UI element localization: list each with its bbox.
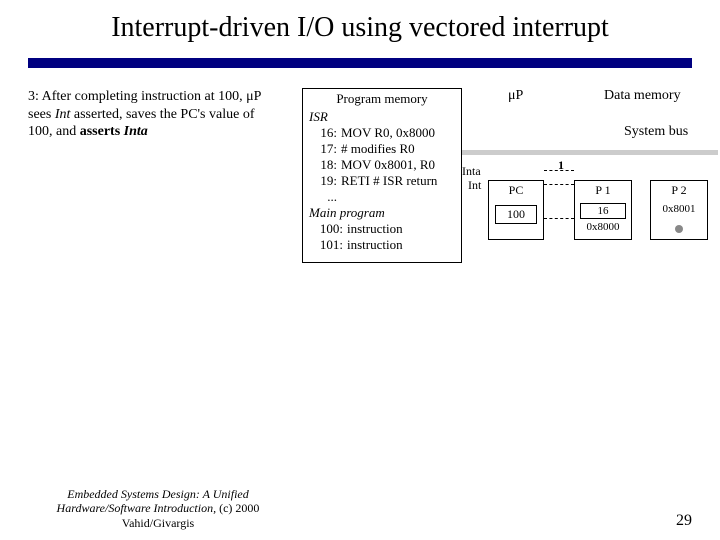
isr-row: 19:RETI # ISR return [309, 173, 455, 189]
program-memory-header: Program memory [309, 91, 455, 107]
peripheral-1-box: P 1 16 0x8000 [574, 180, 632, 240]
int-wire [544, 184, 574, 185]
inta-wire [544, 170, 574, 171]
p2-data-dot-icon [675, 225, 683, 233]
main-label: Main program [309, 205, 455, 221]
slide-title: Interrupt-driven I/O using vectored inte… [28, 12, 692, 44]
step-description: 3: After completing instruction at 100, … [28, 88, 278, 141]
pc-label: PC [489, 183, 543, 198]
int-signal-label: Int [468, 178, 481, 193]
peripheral-2-box: P 2 0x8001 [650, 180, 708, 240]
p1-address: 0x8000 [580, 221, 626, 233]
inta-signal-label: Inta [462, 164, 481, 179]
main-row: 100:instruction [309, 221, 455, 237]
program-memory-box: Program memory ISR 16:MOV R0, 0x8000 17:… [302, 88, 462, 263]
isr-row: 16:MOV R0, 0x8000 [309, 125, 455, 141]
page-number: 29 [676, 512, 692, 530]
isr-row: 17:# modifies R0 [309, 141, 455, 157]
data-wire [544, 218, 574, 219]
system-bus-label: System bus [624, 124, 688, 140]
microprocessor-label: μP [508, 88, 523, 104]
slide-footer: Embedded Systems Design: A Unified Hardw… [28, 487, 692, 530]
system-bus-line [462, 150, 718, 155]
footer-source: Embedded Systems Design: A Unified Hardw… [28, 487, 288, 530]
p2-name: P 2 [651, 183, 707, 198]
isr-row: 18:MOV 0x8001, R0 [309, 157, 455, 173]
diagram-area: 3: After completing instruction at 100, … [28, 88, 692, 418]
p1-vector-reg: 16 [580, 203, 626, 219]
data-memory-label: Data memory [604, 88, 681, 104]
isr-row: ... [309, 189, 455, 205]
cpu-box: PC 100 [488, 180, 544, 240]
p2-address: 0x8001 [656, 203, 702, 215]
p1-name: P 1 [575, 183, 631, 198]
title-rule [28, 58, 692, 68]
pc-value: 100 [495, 205, 537, 224]
isr-label: ISR [309, 109, 455, 125]
main-row: 101:instruction [309, 237, 455, 253]
